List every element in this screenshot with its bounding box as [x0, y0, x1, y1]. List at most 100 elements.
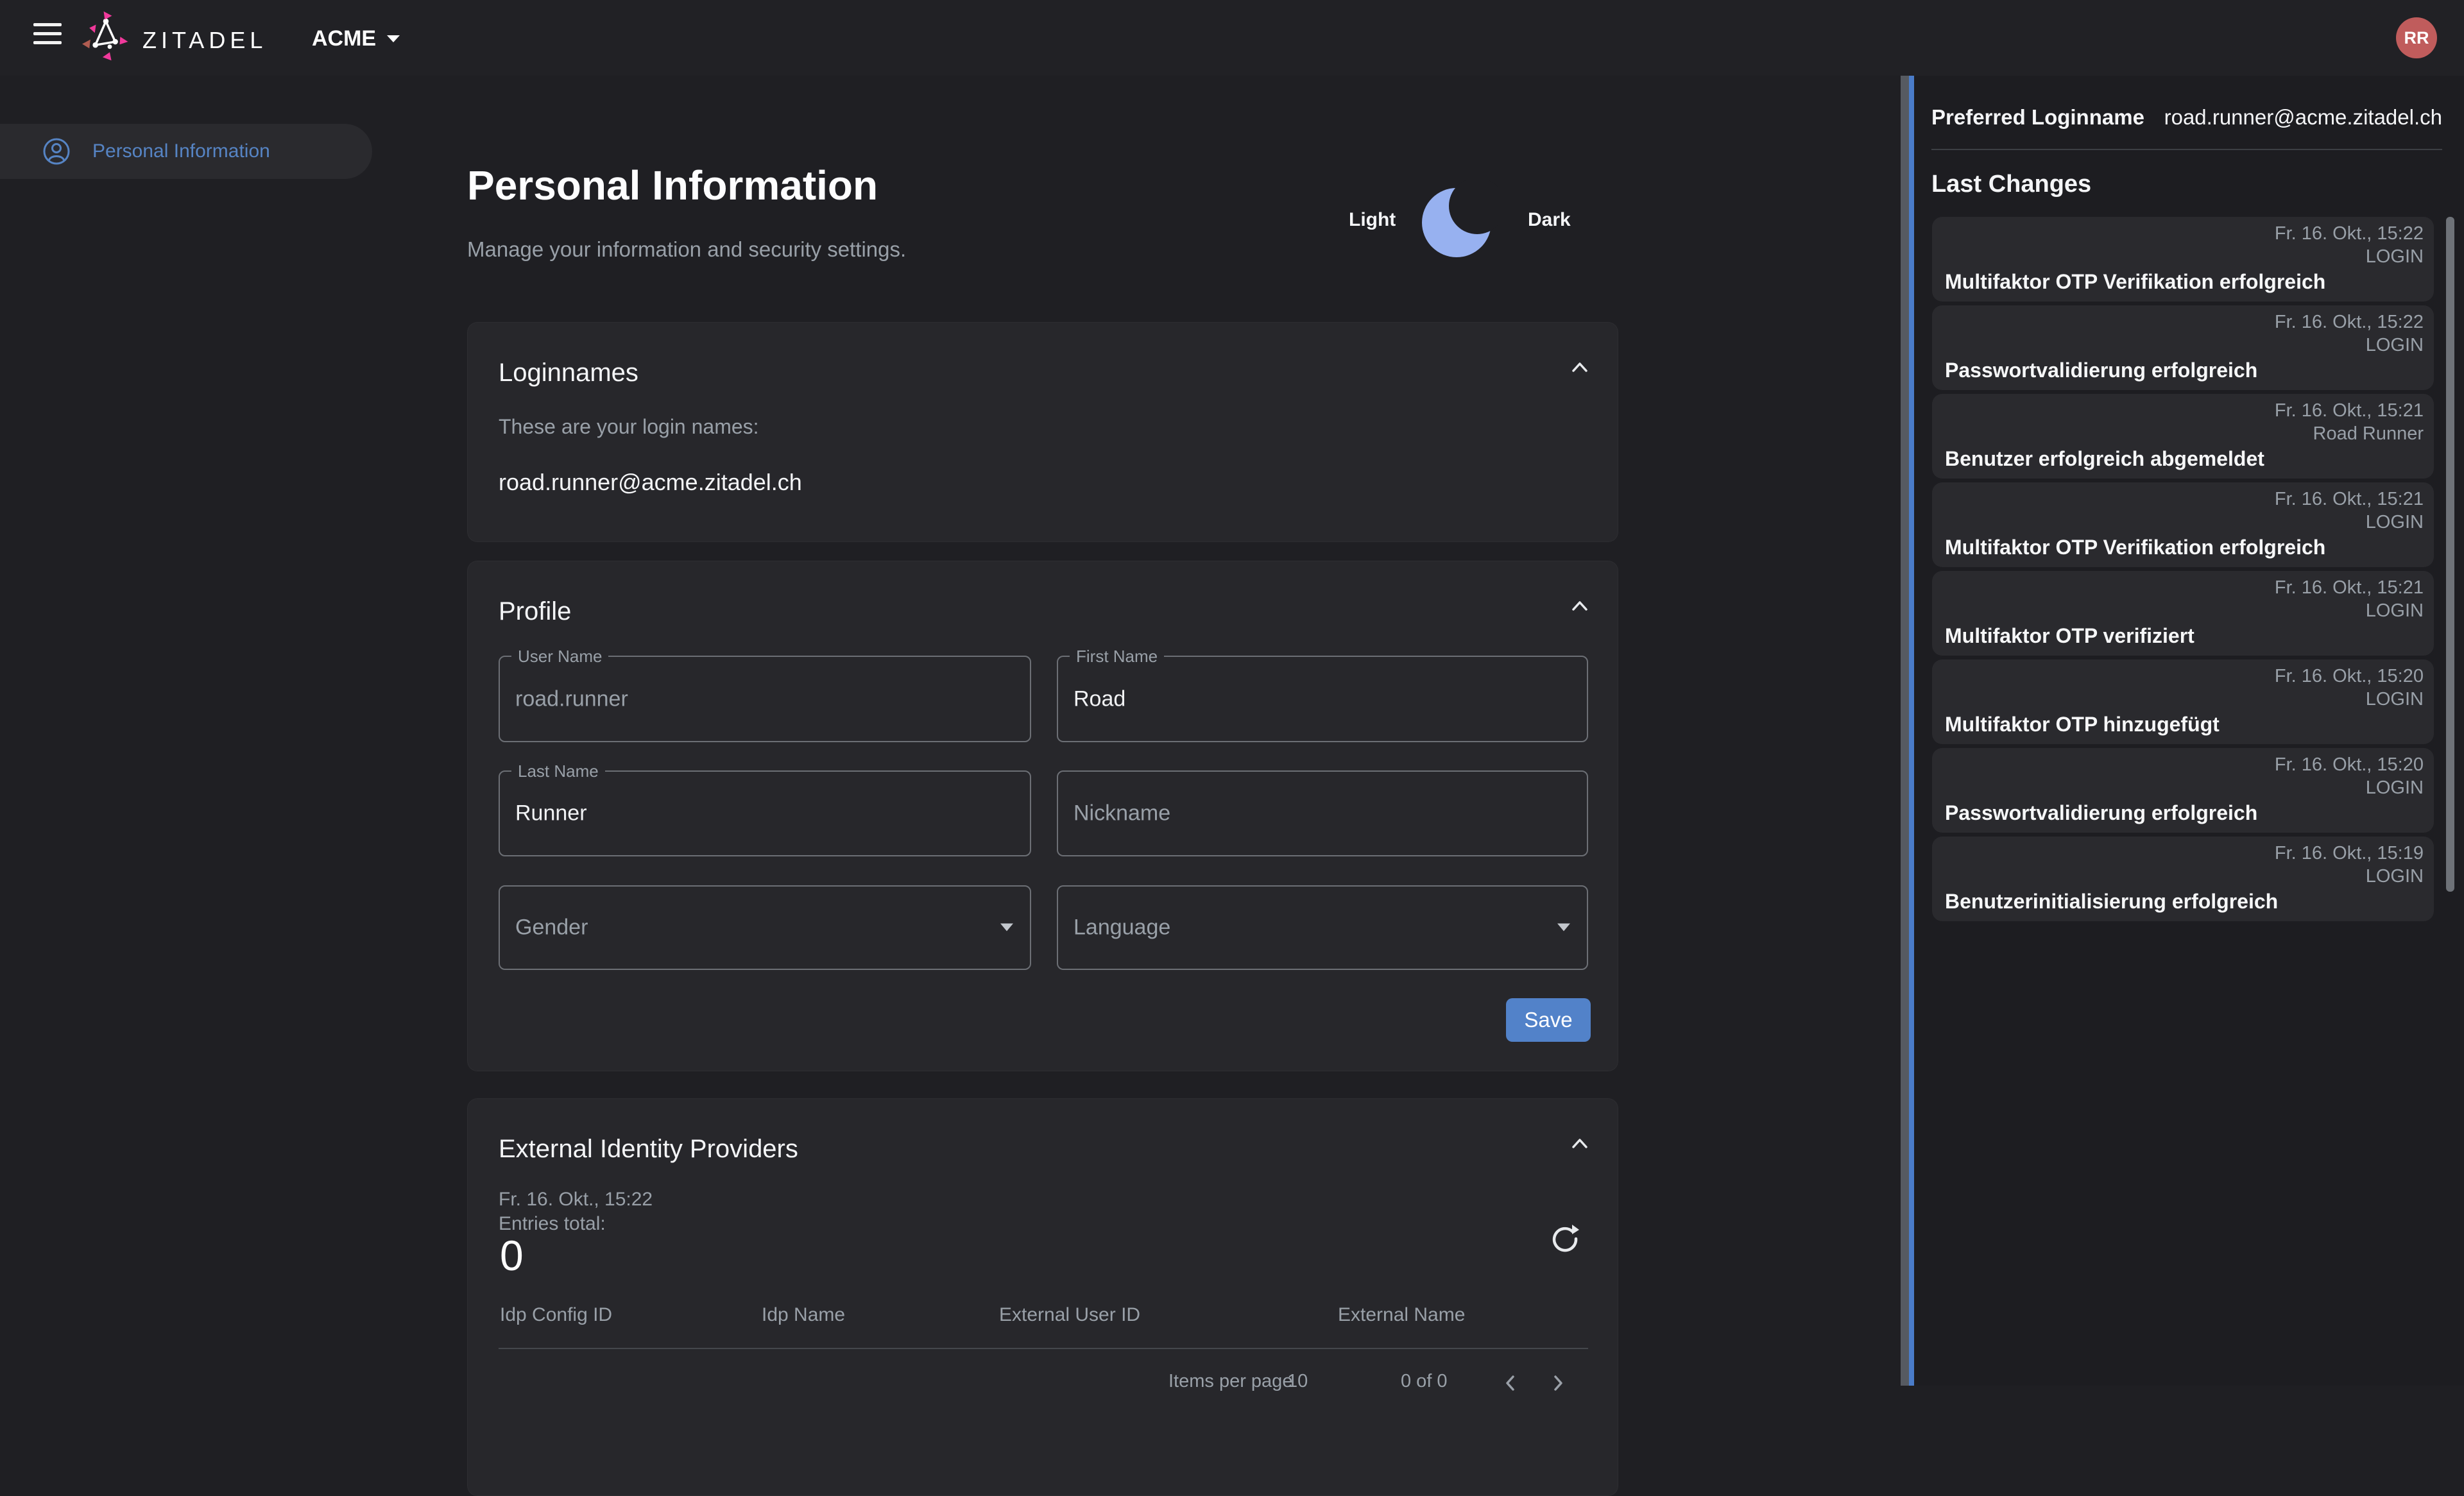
column-header-idp-config-id: Idp Config ID [500, 1304, 612, 1326]
profile-card: Profile User Name road.runner First Name… [467, 561, 1618, 1071]
last-changes-title: Last Changes [1931, 171, 2091, 198]
column-header-idp-name: Idp Name [762, 1304, 845, 1326]
event-time: Fr. 16. Okt., 15:21 [2275, 400, 2424, 421]
items-per-page-label: Items per page [1168, 1371, 1292, 1392]
save-button-label: Save [1524, 1008, 1572, 1032]
refresh-icon[interactable] [1550, 1223, 1580, 1254]
nickname-placeholder: Nickname [1074, 801, 1170, 826]
external-idp-card-title: External Identity Providers [499, 1135, 798, 1164]
chevron-down-icon [1557, 924, 1570, 932]
sidebar-item-personal-information[interactable]: Personal Information [0, 124, 372, 179]
theme-dark-label[interactable]: Dark [1528, 209, 1571, 231]
moon-toggle-icon[interactable] [1418, 180, 1498, 260]
event-actor: LOGIN [2366, 689, 2424, 710]
event-actor: LOGIN [2366, 866, 2424, 887]
right-panel: Preferred Loginname road.runner@acme.zit… [1901, 76, 2464, 1386]
event-time: Fr. 16. Okt., 15:20 [2275, 666, 2424, 687]
panel-scrollbar[interactable] [2446, 217, 2454, 892]
gender-select[interactable]: Gender [499, 885, 1031, 970]
table-timestamp: Fr. 16. Okt., 15:22 [499, 1189, 653, 1211]
person-icon [42, 137, 71, 166]
chevron-down-icon [1000, 924, 1013, 932]
panel-resize-handle[interactable] [1901, 76, 1909, 1386]
language-select-label: Language [1074, 915, 1170, 940]
theme-light-label[interactable]: Light [1349, 209, 1396, 231]
event-message: Passwortvalidierung erfolgreich [1945, 359, 2257, 382]
event-card: Fr. 16. Okt., 15:20 LOGIN Multifaktor OT… [1932, 659, 2434, 744]
event-time: Fr. 16. Okt., 15:22 [2275, 312, 2424, 333]
event-message: Multifaktor OTP Verifikation erfolgreich [1945, 270, 2325, 294]
event-message: Benutzerinitialisierung erfolgreich [1945, 890, 2278, 914]
user-name-value: road.runner [515, 686, 628, 711]
page-size-select[interactable]: 10 [1287, 1371, 1308, 1392]
chevron-down-icon [386, 35, 400, 43]
event-message: Multifaktor OTP Verifikation erfolgreich [1945, 536, 2325, 559]
menu-icon[interactable] [33, 23, 63, 53]
page-range-label: 0 of 0 [1401, 1371, 1448, 1392]
panel-divider [1931, 149, 2442, 150]
event-card: Fr. 16. Okt., 15:22 LOGIN Multifaktor OT… [1932, 217, 2434, 302]
event-actor: LOGIN [2366, 600, 2424, 622]
chevron-up-icon[interactable] [1570, 599, 1589, 614]
event-time: Fr. 16. Okt., 15:22 [2275, 223, 2424, 244]
preferred-loginname-label: Preferred Loginname [1931, 105, 2144, 130]
event-time: Fr. 16. Okt., 15:21 [2275, 577, 2424, 599]
event-time: Fr. 16. Okt., 15:19 [2275, 843, 2424, 864]
left-sidebar: Personal Information [0, 76, 372, 1386]
user-name-label: User Name [511, 647, 608, 666]
event-message: Passwortvalidierung erfolgreich [1945, 801, 2257, 825]
last-name-label: Last Name [511, 761, 605, 781]
first-name-label: First Name [1070, 647, 1164, 666]
chevron-up-icon[interactable] [1570, 360, 1589, 375]
event-actor: LOGIN [2366, 778, 2424, 799]
event-message: Multifaktor OTP hinzugefügt [1945, 713, 2220, 736]
chevron-up-icon[interactable] [1570, 1136, 1589, 1152]
event-card: Fr. 16. Okt., 15:21 Road Runner Benutzer… [1932, 394, 2434, 479]
external-idp-card: External Identity Providers Fr. 16. Okt.… [467, 1098, 1618, 1496]
table-divider [499, 1348, 1588, 1349]
org-switcher[interactable]: ACME [312, 24, 400, 53]
page-title: Personal Information [467, 162, 878, 209]
last-name-field[interactable]: Last Name Runner [499, 770, 1031, 856]
zitadel-logo-icon [78, 10, 133, 65]
event-card: Fr. 16. Okt., 15:19 LOGIN Benutzerinitia… [1932, 837, 2434, 921]
brand-wordmark: ZITADEL [142, 27, 267, 54]
nickname-field[interactable]: Nickname [1057, 770, 1588, 856]
panel-accent-border [1909, 76, 1914, 1386]
loginnames-description: These are your login names: [499, 415, 759, 439]
column-header-external-user-id: External User ID [999, 1304, 1140, 1326]
event-actor: Road Runner [2313, 423, 2424, 445]
avatar-initials: RR [2404, 28, 2429, 48]
event-actor: LOGIN [2366, 335, 2424, 356]
loginnames-card: Loginnames These are your login names: r… [467, 322, 1618, 542]
main-content: Personal Information Manage your informa… [372, 76, 1901, 1386]
save-button[interactable]: Save [1506, 998, 1591, 1042]
previous-page-icon[interactable] [1502, 1375, 1519, 1391]
login-name-value: road.runner@acme.zitadel.ch [499, 469, 802, 496]
user-name-field: User Name road.runner [499, 656, 1031, 742]
gender-select-label: Gender [515, 915, 588, 940]
last-name-value: Runner [515, 801, 587, 826]
first-name-field[interactable]: First Name Road [1057, 656, 1588, 742]
event-card: Fr. 16. Okt., 15:22 LOGIN Passwortvalidi… [1932, 305, 2434, 390]
avatar[interactable]: RR [2396, 17, 2437, 58]
event-message: Benutzer erfolgreich abgemeldet [1945, 447, 2264, 471]
event-message: Multifaktor OTP verifiziert [1945, 624, 2194, 648]
first-name-value: Road [1074, 686, 1125, 711]
loginnames-card-title: Loginnames [499, 359, 638, 387]
event-actor: LOGIN [2366, 512, 2424, 533]
top-bar: ZITADEL ACME RR [0, 0, 2464, 76]
next-page-icon[interactable] [1550, 1375, 1566, 1391]
page-subtitle: Manage your information and security set… [467, 237, 906, 262]
event-time: Fr. 16. Okt., 15:21 [2275, 489, 2424, 510]
language-select[interactable]: Language [1057, 885, 1588, 970]
org-name: ACME [312, 26, 376, 51]
preferred-loginname-value: road.runner@acme.zitadel.ch [2164, 105, 2442, 130]
entries-total-value: 0 [500, 1231, 524, 1280]
event-actor: LOGIN [2366, 246, 2424, 268]
profile-card-title: Profile [499, 597, 571, 626]
sidebar-item-label: Personal Information [92, 140, 270, 162]
event-time: Fr. 16. Okt., 15:20 [2275, 754, 2424, 776]
event-card: Fr. 16. Okt., 15:21 LOGIN Multifaktor OT… [1932, 571, 2434, 656]
event-card: Fr. 16. Okt., 15:20 LOGIN Passwortvalidi… [1932, 748, 2434, 833]
